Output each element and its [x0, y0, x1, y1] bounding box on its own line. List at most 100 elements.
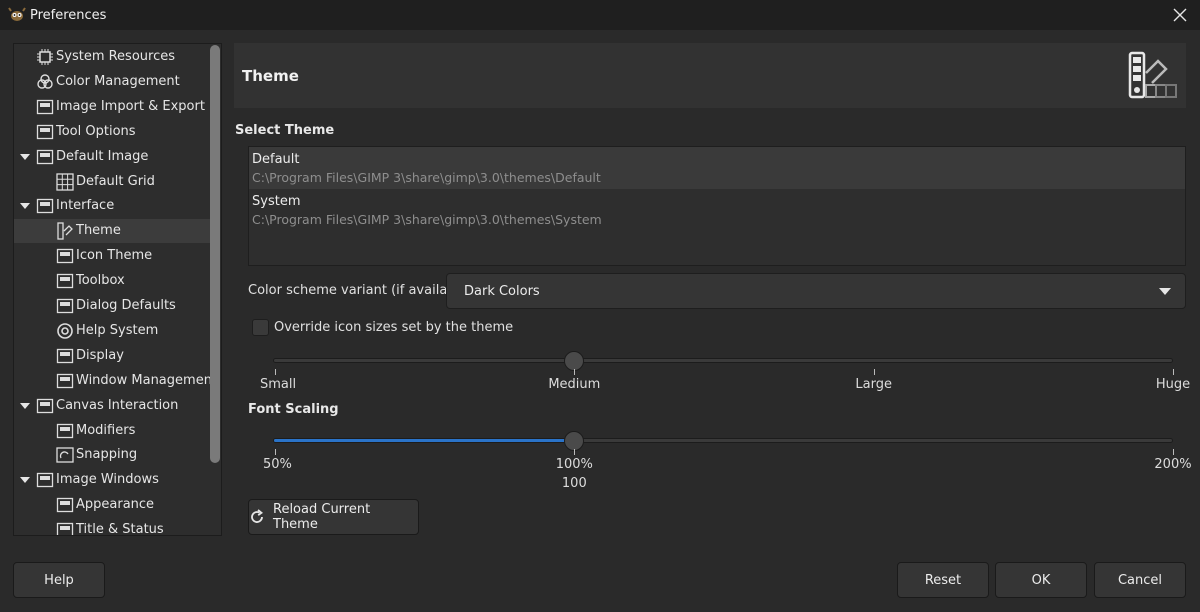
sidebar-item-modifiers[interactable]: Modifiers: [14, 419, 210, 443]
sidebar-item-color-management[interactable]: Color Management: [14, 70, 210, 94]
font-scaling-tick: [1173, 449, 1174, 455]
theme-swatch-icon: [1126, 51, 1182, 103]
font-scaling-value: 100: [561, 476, 587, 491]
sidebar-item-label: Help System: [76, 322, 159, 338]
interface-icon: [36, 197, 54, 215]
ok-button[interactable]: OK: [995, 562, 1087, 598]
font-scaling-slider-knob[interactable]: [564, 431, 585, 451]
color-circles-icon: [36, 73, 54, 91]
chip-icon: [36, 48, 54, 66]
sidebar-item-tool-options[interactable]: Tool Options: [14, 120, 210, 144]
sidebar-item-title-status[interactable]: Title & Status: [14, 518, 210, 535]
override-icon-sizes-label: Override icon sizes set by the theme: [274, 320, 514, 335]
refresh-icon: [249, 509, 265, 525]
help-button[interactable]: Help: [13, 562, 105, 598]
theme-row-default[interactable]: Default C:\Program Files\GIMP 3\share\gi…: [249, 147, 1185, 189]
sidebar-item-interface[interactable]: Interface: [14, 194, 210, 218]
sidebar-item-display[interactable]: Display: [14, 344, 210, 368]
theme-list[interactable]: Default C:\Program Files\GIMP 3\share\gi…: [248, 146, 1186, 266]
sidebar-item-label: Theme: [76, 223, 121, 239]
sidebar-scrollbar[interactable]: [210, 45, 220, 463]
theme-row-system[interactable]: System C:\Program Files\GIMP 3\share\gim…: [249, 189, 1185, 231]
sidebar-item-snapping[interactable]: Snapping: [14, 443, 210, 467]
dropdown-arrow-icon: [1159, 288, 1171, 295]
sidebar-item-label: Color Management: [56, 73, 180, 89]
sidebar-item-label: Display: [76, 347, 124, 363]
sidebar-item-label: Dialog Defaults: [76, 298, 176, 313]
expander-arrow-icon[interactable]: [18, 473, 32, 487]
title-bar: Preferences: [0, 0, 1200, 30]
expander-arrow-icon[interactable]: [18, 399, 32, 413]
canvas-icon: [36, 397, 54, 415]
sidebar-item-label: Default Image: [56, 148, 149, 164]
window-management-icon: [56, 372, 74, 390]
sidebar-item-window-management[interactable]: Window Management: [14, 369, 217, 393]
appearance-icon: [56, 496, 74, 514]
sidebar-item-theme[interactable]: Theme: [14, 219, 210, 244]
color-scheme-label: Color scheme variant (if available): [248, 283, 473, 298]
tool-options-icon: [36, 123, 54, 141]
page-title: Theme: [242, 67, 299, 85]
sidebar-item-label: Canvas Interaction: [56, 397, 179, 413]
sidebar-item-dialog-defaults[interactable]: Dialog Defaults: [14, 294, 210, 318]
sidebar-item-canvas-interaction[interactable]: Canvas Interaction: [14, 394, 210, 418]
font-scaling-slider-fill: [274, 439, 575, 442]
font-scaling-tick-label: 100%: [555, 457, 593, 472]
expander-arrow-icon[interactable]: [18, 150, 32, 164]
sidebar-item-toolbox[interactable]: Toolbox: [14, 269, 210, 293]
expander-arrow-icon[interactable]: [18, 199, 32, 213]
reset-button[interactable]: Reset: [897, 562, 989, 598]
sidebar-item-label: Appearance: [76, 497, 155, 513]
sidebar-item-label: Image Windows: [56, 472, 159, 488]
sidebar-item-label: Toolbox: [76, 273, 125, 289]
preferences-category-tree[interactable]: System Resources Color Management Image Im…: [13, 43, 222, 536]
sidebar-item-system-resources[interactable]: System Resources: [14, 45, 210, 69]
color-scheme-value: Dark Colors: [464, 284, 540, 299]
sidebar-item-label: Snapping: [76, 447, 138, 463]
sidebar-item-label: Icon Theme: [76, 248, 153, 264]
dialog-defaults-icon: [56, 297, 74, 315]
font-scaling-tick-label: 50%: [263, 457, 292, 472]
cancel-button[interactable]: Cancel: [1094, 562, 1186, 598]
help-icon: [56, 322, 74, 340]
font-scaling-label: Font Scaling: [248, 402, 339, 417]
icon-size-tick-label: Medium: [548, 377, 601, 392]
page-header: Theme: [234, 43, 1186, 108]
color-scheme-dropdown[interactable]: Dark Colors: [446, 273, 1186, 309]
theme-name: System: [252, 194, 301, 209]
grid-icon: [56, 172, 74, 191]
icon-size-slider-knob[interactable]: [564, 351, 585, 371]
sidebar-item-appearance[interactable]: Appearance: [14, 493, 210, 517]
sidebar-item-help-system[interactable]: Help System: [14, 319, 210, 343]
icon-size-tick: [1173, 369, 1174, 375]
title-status-icon: [56, 521, 74, 535]
close-icon[interactable]: [1170, 5, 1190, 25]
snapping-icon: [56, 446, 74, 464]
theme-path: C:\Program Files\GIMP 3\share\gimp\3.0\t…: [252, 170, 601, 185]
display-icon: [56, 347, 74, 365]
sidebar-item-image-windows[interactable]: Image Windows: [14, 468, 210, 492]
sidebar-item-label: Default Grid: [76, 173, 155, 189]
sidebar-item-label: System Resources: [56, 49, 175, 64]
override-icon-sizes-checkbox[interactable]: [252, 319, 269, 336]
icon-size-slider-track[interactable]: [273, 358, 1173, 363]
toolbox-icon: [56, 272, 74, 290]
sidebar-item-label: Window Management: [76, 372, 218, 388]
icon-size-tick-label: Huge: [1155, 377, 1191, 392]
icon-size-tick: [574, 369, 576, 375]
icon-size-tick: [873, 369, 875, 375]
reload-current-theme-button[interactable]: Reload Current Theme: [248, 499, 419, 535]
icon-theme-icon: [56, 247, 74, 265]
sidebar-item-default-grid[interactable]: Default Grid: [14, 170, 210, 194]
sidebar-item-icon-theme[interactable]: Icon Theme: [14, 244, 210, 268]
sidebar-item-image-import-export[interactable]: Image Import & Export: [14, 95, 210, 119]
gimp-logo-icon: [8, 6, 26, 24]
font-scaling-tick: [574, 449, 576, 455]
font-scaling-tick: [275, 449, 276, 455]
image-import-icon: [36, 98, 54, 116]
sidebar-item-label: Modifiers: [76, 422, 136, 438]
sidebar-item-default-image[interactable]: Default Image: [14, 145, 210, 169]
image-windows-icon: [36, 471, 54, 489]
icon-size-tick-label: Large: [855, 377, 892, 392]
sidebar-item-label: Tool Options: [56, 123, 136, 139]
